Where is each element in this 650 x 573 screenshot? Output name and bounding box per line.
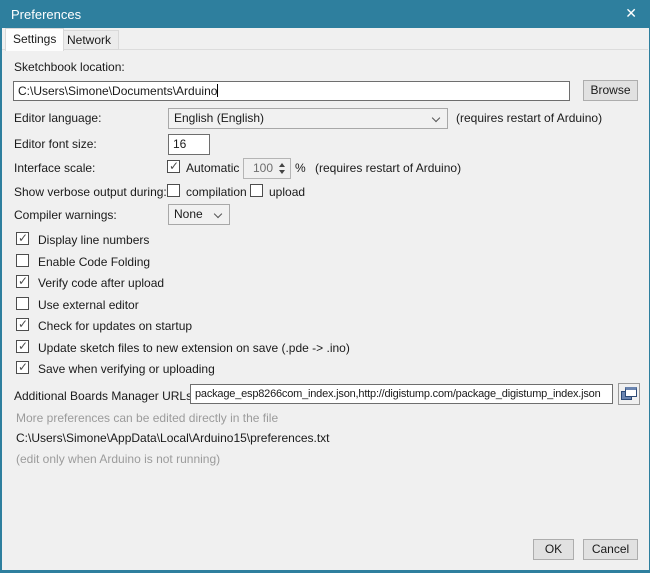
- chevron-down-icon: [214, 210, 222, 218]
- sketchbook-label: Sketchbook location:: [14, 60, 125, 74]
- text-cursor: [217, 84, 218, 97]
- boards-manager-dialog-button[interactable]: [618, 383, 640, 405]
- scale-spinner[interactable]: 100: [243, 158, 291, 179]
- verbose-label: Show verbose output during:: [14, 185, 167, 199]
- compilation-label: compilation: [186, 185, 247, 199]
- editor-language-value: English (English): [174, 111, 264, 125]
- ok-button[interactable]: OK: [533, 539, 574, 560]
- interface-scale-note: (requires restart of Arduino): [315, 161, 461, 175]
- footer-note-line1: More preferences can be edited directly …: [16, 411, 278, 425]
- checkbox[interactable]: [16, 275, 29, 288]
- checkbox-label: Use external editor: [38, 298, 139, 312]
- upload-checkbox[interactable]: [250, 184, 263, 197]
- window-title: Preferences: [11, 7, 81, 22]
- preferences-dialog: Preferences ✕ Settings Network Sketchboo…: [0, 0, 650, 573]
- chevron-down-icon: [432, 114, 440, 122]
- compilation-checkbox[interactable]: [167, 184, 180, 197]
- editor-font-size-value: 16: [173, 137, 186, 151]
- sketchbook-value: C:\Users\Simone\Documents\Arduino: [18, 84, 217, 98]
- overlapping-windows-icon: [621, 387, 637, 400]
- spinner-up-icon[interactable]: [279, 163, 285, 167]
- footer-note-line3: (edit only when Arduino is not running): [16, 452, 220, 466]
- checkbox[interactable]: [16, 340, 29, 353]
- checkbox-label: Save when verifying or uploading: [38, 362, 215, 376]
- automatic-label: Automatic: [186, 161, 239, 175]
- boards-manager-value: package_esp8266com_index.json,http://dig…: [195, 388, 601, 400]
- option-display-line-numbers[interactable]: Display line numbers: [16, 232, 576, 248]
- upload-label: upload: [269, 185, 305, 199]
- compiler-warnings-select[interactable]: None: [168, 204, 230, 225]
- spinner-down-icon[interactable]: [279, 170, 285, 174]
- boards-manager-label: Additional Boards Manager URLs:: [14, 389, 195, 403]
- percent-label: %: [295, 161, 306, 175]
- tab-bar: Settings Network: [2, 28, 648, 50]
- checkbox-label: Display line numbers: [38, 233, 149, 247]
- boards-manager-input[interactable]: package_esp8266com_index.json,http://dig…: [190, 384, 613, 404]
- cancel-button[interactable]: Cancel: [583, 539, 638, 560]
- editor-font-size-input[interactable]: 16: [168, 134, 210, 155]
- compiler-warnings-label: Compiler warnings:: [14, 208, 117, 222]
- interface-scale-label: Interface scale:: [14, 161, 95, 175]
- checkbox[interactable]: [16, 297, 29, 310]
- option-update-sketch-files[interactable]: Update sketch files to new extension on …: [16, 340, 576, 356]
- checkbox-label: Verify code after upload: [38, 276, 164, 290]
- checkbox-label: Update sketch files to new extension on …: [38, 341, 350, 355]
- option-enable-code-folding[interactable]: Enable Code Folding: [16, 254, 576, 270]
- checkbox-label: Check for updates on startup: [38, 319, 192, 333]
- titlebar[interactable]: Preferences ✕: [0, 0, 650, 28]
- checkbox-label: Enable Code Folding: [38, 255, 150, 269]
- checkbox[interactable]: [16, 361, 29, 374]
- close-icon[interactable]: ✕: [625, 5, 637, 22]
- scale-value: 100: [253, 161, 273, 175]
- automatic-checkbox[interactable]: [167, 160, 180, 173]
- tab-settings[interactable]: Settings: [5, 28, 64, 51]
- browse-button[interactable]: Browse: [583, 80, 638, 101]
- option-verify-code-after-upload[interactable]: Verify code after upload: [16, 275, 576, 291]
- tab-network[interactable]: Network: [59, 30, 119, 50]
- option-save-when-verifying[interactable]: Save when verifying or uploading: [16, 361, 576, 377]
- editor-language-select[interactable]: English (English): [168, 108, 448, 129]
- checkbox[interactable]: [16, 318, 29, 331]
- editor-language-label: Editor language:: [14, 111, 101, 125]
- checkbox[interactable]: [16, 254, 29, 267]
- option-check-for-updates[interactable]: Check for updates on startup: [16, 318, 576, 334]
- sketchbook-input[interactable]: C:\Users\Simone\Documents\Arduino: [13, 81, 570, 101]
- preferences-file-path: C:\Users\Simone\AppData\Local\Arduino15\…: [16, 431, 330, 445]
- editor-font-size-label: Editor font size:: [14, 137, 97, 151]
- compiler-warnings-value: None: [174, 207, 203, 221]
- editor-language-note: (requires restart of Arduino): [456, 111, 602, 125]
- checkbox[interactable]: [16, 232, 29, 245]
- option-use-external-editor[interactable]: Use external editor: [16, 297, 576, 313]
